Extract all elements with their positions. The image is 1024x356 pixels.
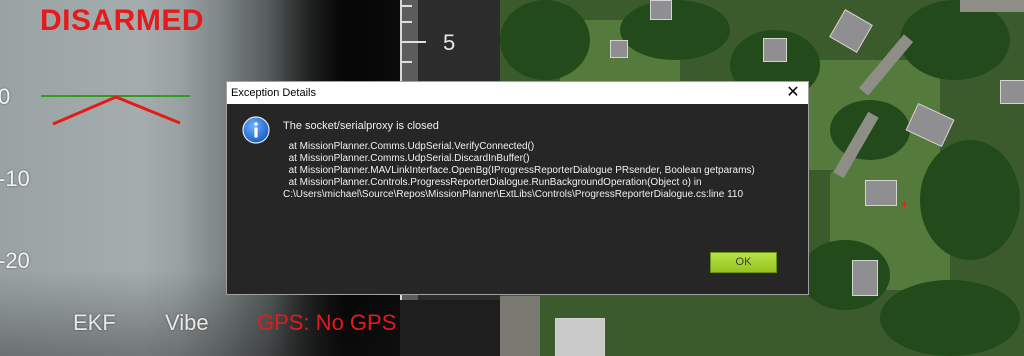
ok-button[interactable]: OK [710, 252, 777, 273]
map-marker[interactable]: + [901, 198, 909, 210]
speed-tape-label: 5 [443, 30, 456, 55]
info-icon [242, 116, 270, 144]
vibe-indicator[interactable]: Vibe [165, 310, 209, 336]
aircraft-symbol [52, 95, 181, 126]
error-message: The socket/serialproxy is closed [283, 120, 439, 132]
close-button[interactable]: ✕ [780, 83, 806, 103]
dialog-titlebar[interactable]: Exception Details ✕ [227, 82, 808, 104]
gps-status: GPS: No GPS [257, 310, 397, 335]
ekf-indicator[interactable]: EKF [73, 310, 116, 336]
dialog-title: Exception Details [231, 87, 316, 99]
stack-trace: at MissionPlanner.Comms.UdpSerial.Verify… [283, 141, 755, 200]
exception-dialog: Exception Details ✕ The socket/serialpro… [226, 81, 809, 295]
